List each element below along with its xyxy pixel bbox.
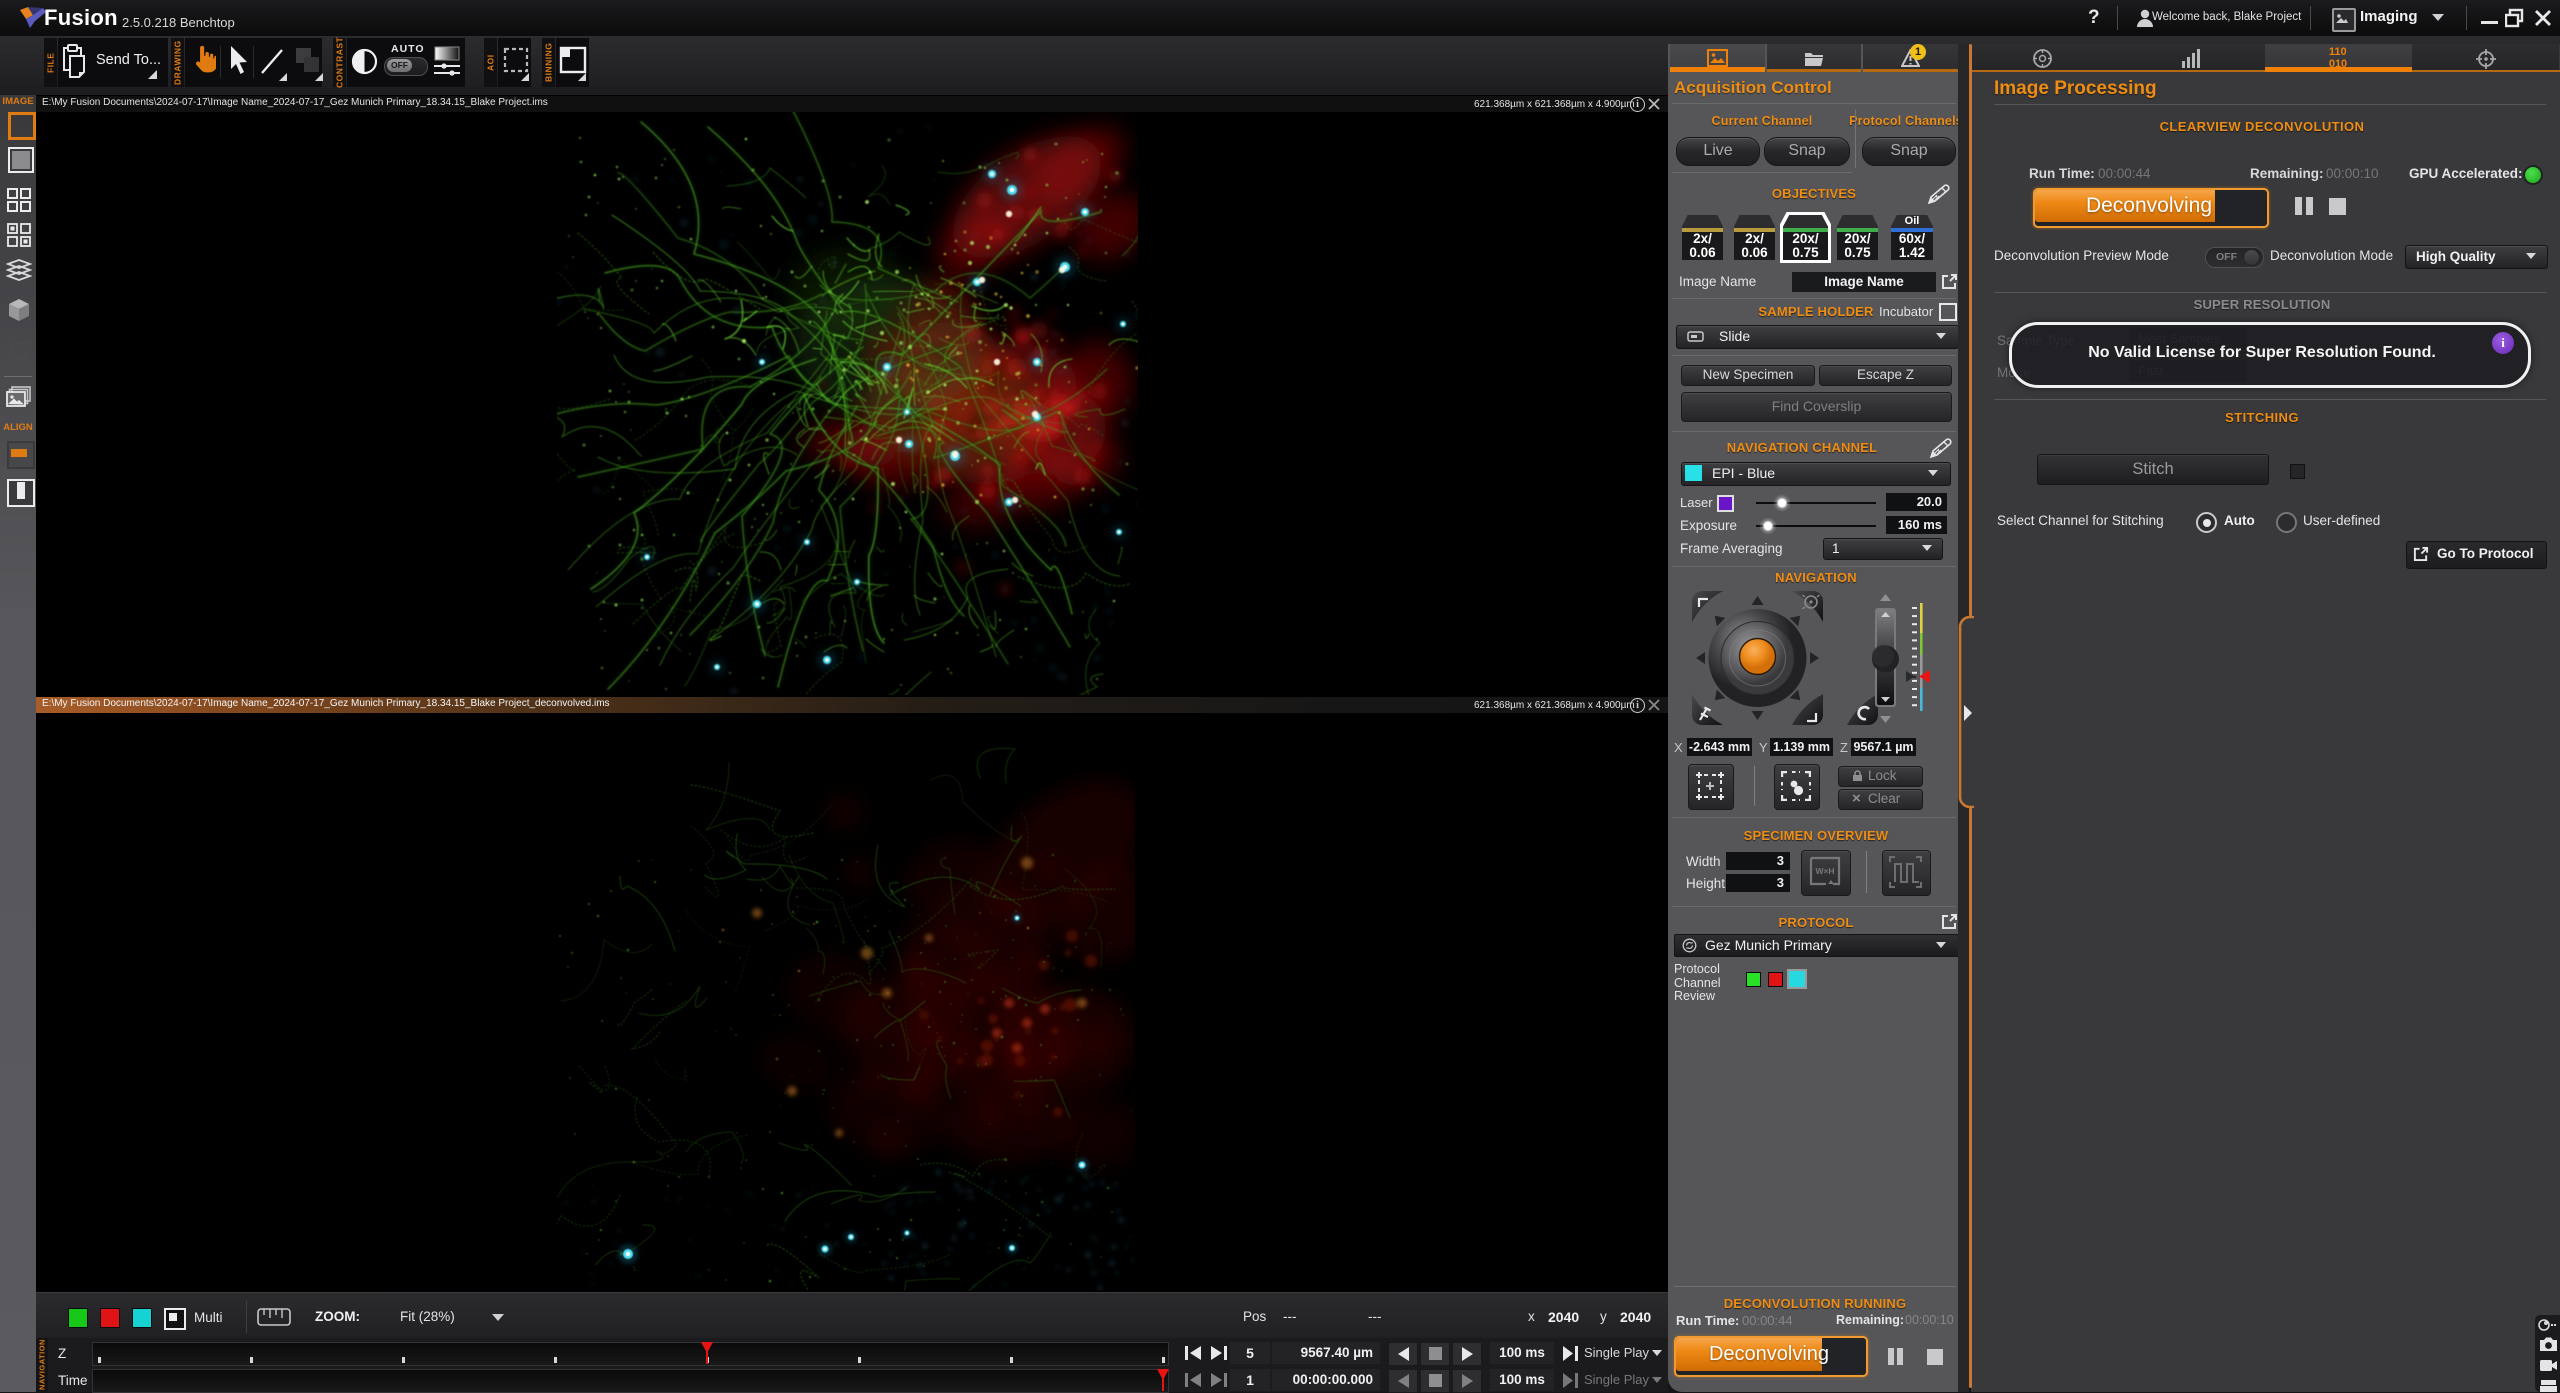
svg-text:W×H: W×H: [1815, 866, 1834, 876]
